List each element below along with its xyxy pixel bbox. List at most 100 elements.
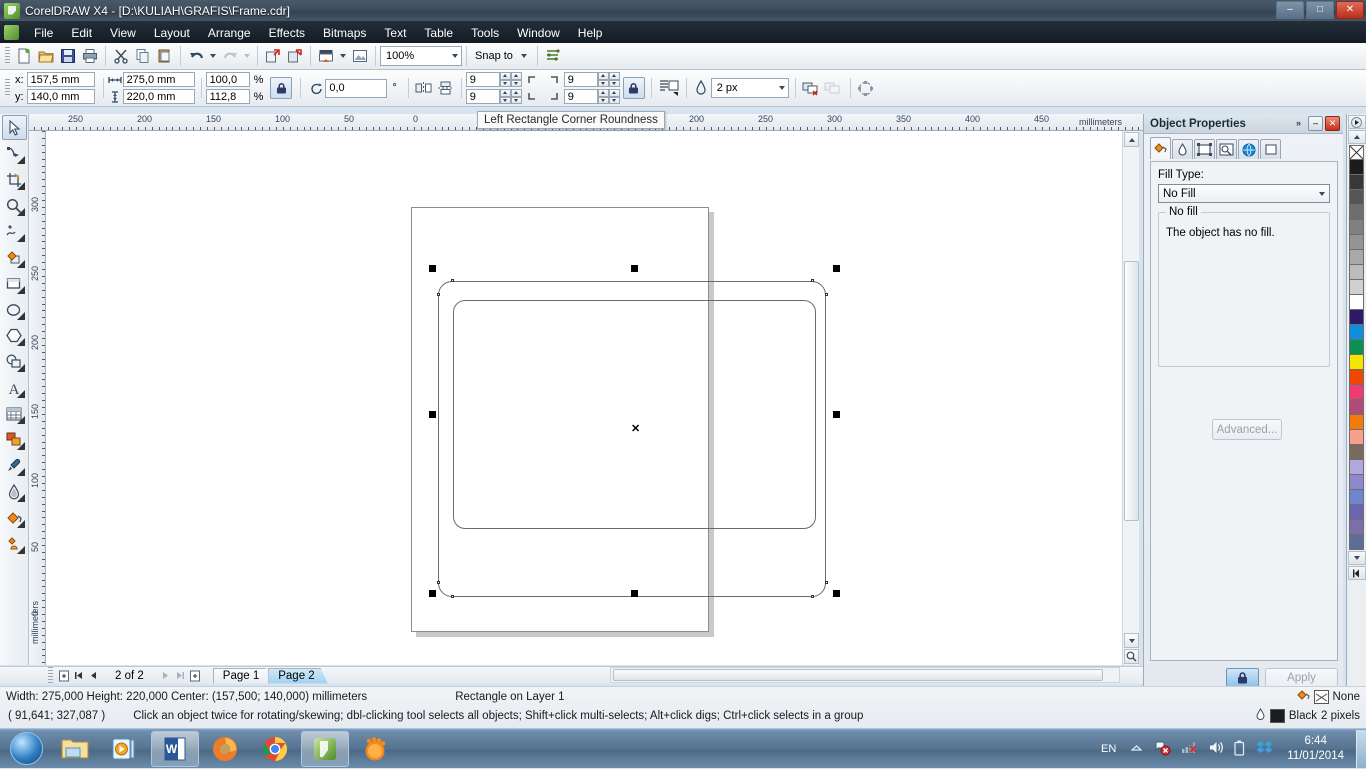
eyedropper-tool[interactable] (2, 453, 27, 478)
zoom-level-combo[interactable]: 100% (380, 46, 462, 66)
palette-options-icon[interactable] (1347, 115, 1366, 129)
fill-type-select[interactable]: No Fill (1158, 184, 1330, 203)
palette-swatch[interactable] (1349, 460, 1364, 475)
freehand-tool[interactable] (2, 219, 27, 244)
palette-swatch[interactable] (1349, 160, 1364, 175)
corner-node-ne-h[interactable] (811, 279, 814, 282)
interactive-fill-tool[interactable] (2, 531, 27, 556)
open-folder-icon[interactable] (35, 45, 57, 67)
lock-icon[interactable] (1226, 668, 1259, 688)
horizontal-scroll-thumb[interactable] (613, 669, 1103, 681)
menu-item-effects[interactable]: Effects (260, 24, 314, 42)
zoom-tool[interactable] (2, 193, 27, 218)
show-hidden-icons-icon[interactable] (1124, 743, 1149, 755)
inner-rounded-rectangle[interactable] (453, 300, 816, 529)
palette-swatch-list[interactable] (1347, 145, 1366, 550)
scroll-up-arrow[interactable] (1124, 132, 1139, 147)
action-center-icon[interactable] (1149, 740, 1176, 759)
palette-no-color-swatch[interactable] (1349, 145, 1364, 160)
corner-roundness-bottom-right-input[interactable]: 9 (563, 89, 598, 104)
copy-icon[interactable] (132, 45, 154, 67)
palette-swatch[interactable] (1349, 250, 1364, 265)
lock-ratio-button[interactable] (270, 77, 293, 99)
palette-swatch[interactable] (1349, 505, 1364, 520)
zoom-to-page-button[interactable] (1124, 649, 1139, 664)
palette-swatch[interactable] (1349, 415, 1364, 430)
menu-item-arrange[interactable]: Arrange (199, 24, 260, 42)
selection-handle-e[interactable] (833, 411, 840, 418)
menu-item-layout[interactable]: Layout (145, 24, 199, 42)
outline-width-combo[interactable]: 2 px (710, 78, 789, 98)
rectangle-tool[interactable] (2, 271, 27, 296)
summary-tab[interactable] (1260, 139, 1281, 159)
convert-to-curves-icon[interactable] (800, 77, 822, 99)
docker-close-button[interactable]: ✕ (1325, 116, 1340, 131)
import-icon[interactable] (262, 45, 284, 67)
apply-button[interactable]: Apply (1265, 668, 1338, 688)
selection-handle-nw[interactable] (429, 265, 436, 272)
internet-tab[interactable] (1238, 139, 1259, 159)
palette-swatch[interactable] (1349, 520, 1364, 535)
close-button[interactable]: ✕ (1336, 1, 1364, 19)
page-nav-grip[interactable] (48, 666, 53, 685)
selection-handle-w[interactable] (429, 411, 436, 418)
outline-tab[interactable] (1172, 139, 1193, 159)
corner-tr-spinner-2[interactable] (608, 72, 620, 87)
fill-tab[interactable] (1150, 137, 1171, 159)
menu-item-bitmaps[interactable]: Bitmaps (314, 24, 375, 42)
mirror-vertical-icon[interactable] (435, 77, 457, 99)
polygon-tool[interactable] (2, 323, 27, 348)
palette-swatch[interactable] (1349, 220, 1364, 235)
corner-node-se-v[interactable] (825, 581, 828, 584)
add-page-after-icon[interactable] (188, 668, 203, 683)
palette-swatch[interactable] (1349, 445, 1364, 460)
print-icon[interactable] (79, 45, 101, 67)
palette-swatch[interactable] (1349, 235, 1364, 250)
application-launcher-icon[interactable] (315, 45, 337, 67)
toolbar-grip[interactable] (5, 47, 10, 65)
palette-swatch[interactable] (1349, 355, 1364, 370)
palette-swatch[interactable] (1349, 370, 1364, 385)
fill-color-swatch[interactable] (1313, 690, 1329, 704)
palette-swatch[interactable] (1349, 340, 1364, 355)
corner-br-spinner[interactable] (597, 89, 609, 104)
menu-item-tools[interactable]: Tools (462, 24, 508, 42)
palette-swatch[interactable] (1349, 400, 1364, 415)
clock[interactable]: 6:44 11/01/2014 (1279, 734, 1352, 764)
palette-scroll-down[interactable] (1347, 551, 1366, 565)
shape-tool[interactable] (2, 141, 27, 166)
export-icon[interactable] (284, 45, 306, 67)
redo-dropdown-icon[interactable] (241, 45, 253, 67)
corner-bl-spinner[interactable] (499, 89, 511, 104)
width-input[interactable]: 275,0 mm (122, 72, 195, 87)
drawing-canvas[interactable]: ✕ (46, 131, 1122, 665)
menu-item-table[interactable]: Table (415, 24, 462, 42)
snap-to-button[interactable]: Snap to (471, 50, 533, 62)
crop-tool[interactable] (2, 167, 27, 192)
palette-scroll-start[interactable] (1347, 566, 1366, 580)
word-icon[interactable]: W (151, 730, 199, 767)
palette-swatch[interactable] (1349, 310, 1364, 325)
media-player-icon[interactable] (101, 731, 149, 767)
basic-shapes-tool[interactable] (2, 349, 27, 374)
palette-swatch[interactable] (1349, 430, 1364, 445)
palette-swatch[interactable] (1349, 190, 1364, 205)
previous-page-icon[interactable] (86, 668, 101, 683)
property-bar-grip[interactable] (5, 79, 10, 97)
palette-swatch[interactable] (1349, 205, 1364, 220)
save-icon[interactable] (57, 45, 79, 67)
table-tool[interactable] (2, 401, 27, 426)
corner-tl-spinner-2[interactable] (510, 72, 522, 87)
page-tab-2[interactable]: Page 2 (268, 667, 328, 684)
scale-vertical-input[interactable]: 112,8 (205, 89, 250, 104)
y-position-input[interactable]: 140,0 mm (26, 89, 95, 104)
new-document-icon[interactable] (13, 45, 35, 67)
menu-item-view[interactable]: View (101, 24, 145, 42)
language-indicator[interactable]: EN (1093, 743, 1124, 755)
gom-player-icon[interactable] (351, 731, 399, 767)
vertical-scroll-thumb[interactable] (1124, 261, 1139, 521)
last-page-icon[interactable] (173, 668, 188, 683)
docker-minimize-button[interactable]: – (1308, 116, 1323, 131)
mirror-horizontal-icon[interactable] (413, 77, 435, 99)
show-desktop-button[interactable] (1356, 730, 1366, 768)
